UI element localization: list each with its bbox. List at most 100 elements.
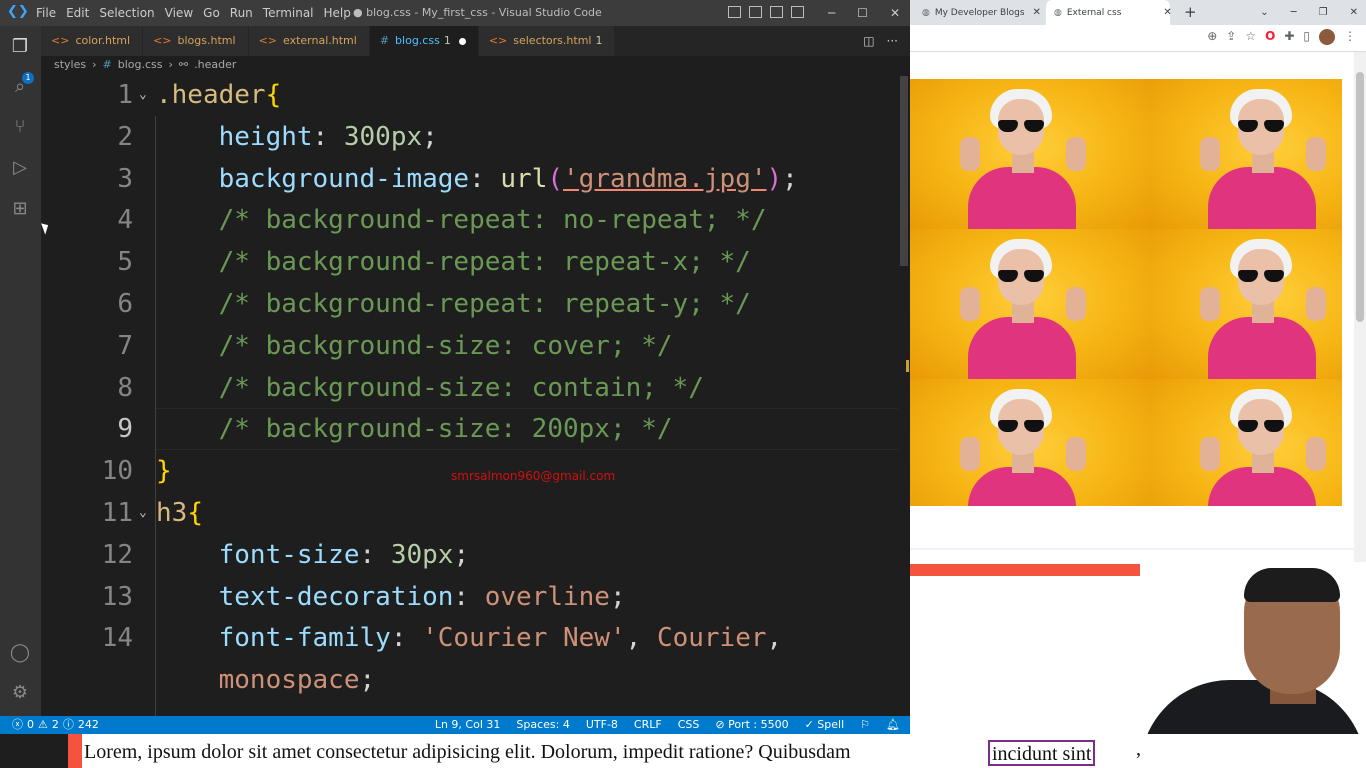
figure-part	[1024, 420, 1044, 432]
profile-avatar[interactable]	[1319, 29, 1335, 45]
notifications-icon[interactable]: 🔔︎	[886, 716, 900, 734]
zoom-icon[interactable]: ⊕	[1207, 29, 1217, 45]
code-line[interactable]: 4 /* background-repeat: no-repeat; */	[41, 199, 910, 241]
customize-layout-icon[interactable]	[791, 6, 804, 18]
accounts-icon[interactable]: ◯	[9, 642, 31, 664]
code-editor[interactable]: 1 ⌄ .header{2 height: 300px; 3 background-i…	[41, 74, 910, 718]
opera-extension-icon[interactable]: O	[1265, 29, 1275, 45]
close-tab-icon[interactable]: ✕	[1033, 7, 1041, 18]
close-icon[interactable]: ✕	[890, 0, 900, 26]
tab-color-html[interactable]: <> color.html	[41, 26, 144, 56]
line-number: 3	[117, 163, 133, 194]
live-server-port[interactable]: ⊘ Port : 5500	[715, 716, 788, 734]
code-token: /* background-repeat: repeat-x; */	[156, 247, 751, 278]
menu-file[interactable]: File	[36, 0, 64, 26]
code-line[interactable]: 12 font-size: 30px;	[41, 534, 910, 576]
settings-gear-icon[interactable]: ⚙	[9, 682, 31, 704]
tab-blogs-html[interactable]: <> blogs.html	[143, 26, 249, 56]
search-icon[interactable]: ⌕	[9, 76, 31, 98]
toggle-panel-icon[interactable]	[749, 6, 762, 18]
problems-summary[interactable]: ⓧ 0 ⚠ 2 ⓘ 242	[12, 716, 99, 734]
toggle-sidebar-icon[interactable]	[728, 6, 741, 18]
extensions-icon[interactable]: ⊞	[9, 198, 31, 220]
figure-part	[1306, 437, 1326, 471]
browser-tab-my-developer-blogs[interactable]: ◍ My Developer Blogs ✕	[922, 0, 1041, 25]
figure-part	[1238, 120, 1286, 132]
code-line[interactable]: 6 /* background-repeat: repeat-y; */	[41, 283, 910, 325]
tab-blog-css[interactable]: # blog.css 1	[369, 26, 479, 56]
menu-selection[interactable]: Selection	[99, 0, 162, 26]
menu-run[interactable]: Run	[230, 0, 261, 26]
feedback-icon[interactable]: ⚐	[860, 716, 870, 734]
menu-view[interactable]: View	[165, 0, 201, 26]
close-tab-icon[interactable]: ✕	[1163, 7, 1171, 18]
language-mode[interactable]: CSS	[678, 716, 700, 734]
new-tab-icon[interactable]: +	[1184, 0, 1197, 25]
bookmark-star-icon[interactable]: ☆	[1245, 29, 1256, 45]
source-control-icon[interactable]: ⑂	[9, 116, 31, 138]
breadcrumb-folder[interactable]: styles	[54, 57, 86, 73]
tab-search-icon[interactable]: ⌄	[1260, 0, 1268, 25]
indentation[interactable]: Spaces: 4	[516, 716, 569, 734]
symbol-icon: ⚯	[178, 58, 189, 71]
end-of-line[interactable]: CRLF	[634, 716, 662, 734]
side-panel-icon[interactable]: ▯	[1303, 29, 1310, 45]
code-line[interactable]: 2 height: 300px;	[41, 116, 910, 158]
line-number: 14	[101, 623, 133, 654]
share-icon[interactable]: ⇪	[1226, 29, 1236, 45]
code-token: :	[359, 539, 391, 570]
unsaved-dot-icon[interactable]	[458, 37, 466, 45]
explorer-icon[interactable]: ❐	[9, 36, 31, 58]
html-file-icon: <>	[51, 34, 70, 47]
code-line[interactable]: 5 /* background-repeat: repeat-x; */	[41, 241, 910, 283]
code-line[interactable]: 11 ⌄ h3{	[41, 492, 910, 534]
editor-scrollbar[interactable]	[898, 74, 910, 718]
code-token: /* background-size: 200px; */	[156, 414, 673, 445]
restore-icon[interactable]: ❐	[1319, 0, 1328, 25]
cursor-position[interactable]: Ln 9, Col 31	[435, 716, 501, 734]
code-line[interactable]: 14 font-family: 'Courier New', Courier,	[41, 617, 910, 659]
scrollbar-thumb[interactable]	[900, 76, 908, 266]
code-line[interactable]: 9 /* background-size: 200px; */	[41, 408, 910, 450]
page-scrollbar-thumb[interactable]	[1356, 72, 1364, 322]
tab-external-html[interactable]: <> external.html	[248, 26, 370, 56]
code-text: /* background-size: 200px; */	[156, 408, 673, 450]
menu-terminal[interactable]: Terminal	[263, 0, 322, 26]
code-text: /* background-size: cover; */	[156, 325, 673, 367]
browser-tab-external-css[interactable]: ◍ External css ✕	[1046, 0, 1172, 25]
code-line[interactable]: 8 /* background-size: contain; */	[41, 367, 910, 409]
tab-selectors-html[interactable]: <> selectors.html 1	[478, 26, 616, 56]
toggle-secondary-sidebar-icon[interactable]	[770, 6, 783, 18]
red-margin	[68, 734, 82, 768]
code-line[interactable]: 13 text-decoration: overline;	[41, 576, 910, 618]
menu-bar: File Edit Selection View Go Run Terminal…	[36, 0, 361, 26]
minimize-icon[interactable]: ─	[828, 0, 835, 26]
code-line[interactable]: 1 ⌄ .header{	[41, 74, 910, 116]
menu-go[interactable]: Go	[203, 0, 228, 26]
minimize-icon[interactable]: ─	[1291, 0, 1297, 25]
extensions-puzzle-icon[interactable]: ✚	[1284, 29, 1294, 45]
more-actions-icon[interactable]: ···	[887, 26, 898, 56]
code-line[interactable]: monospace;	[41, 659, 910, 701]
menu-edit[interactable]: Edit	[66, 0, 97, 26]
code-text: text-decoration: overline;	[156, 576, 626, 618]
encoding[interactable]: UTF-8	[586, 716, 618, 734]
code-token: 'Courier New'	[422, 623, 626, 654]
code-line[interactable]: 3 background-image: url('grandma.jpg');	[41, 158, 910, 200]
split-editor-icon[interactable]: ◫	[863, 26, 874, 56]
code-line[interactable]: 7 /* background-size: cover; */	[41, 325, 910, 367]
code-token: font-family	[156, 623, 391, 654]
run-debug-icon[interactable]: ▷	[9, 157, 31, 179]
close-icon[interactable]: ✕	[1350, 0, 1358, 25]
figure-part	[1066, 287, 1086, 321]
breadcrumb-symbol[interactable]: .header	[194, 57, 236, 73]
maximize-icon[interactable]: ☐	[857, 0, 868, 26]
status-right: Ln 9, Col 31 Spaces: 4 UTF-8 CRLF CSS ⊘ …	[435, 716, 900, 734]
fold-chevron-icon[interactable]: ⌄	[139, 492, 147, 534]
spell-check[interactable]: ✓ Spell	[805, 716, 845, 734]
fold-chevron-icon[interactable]: ⌄	[139, 74, 147, 116]
code-text: monospace;	[156, 659, 376, 701]
browser-menu-icon[interactable]: ⋮	[1344, 29, 1356, 45]
breadcrumb-file[interactable]: blog.css	[118, 57, 163, 73]
code-token: :	[312, 121, 344, 152]
